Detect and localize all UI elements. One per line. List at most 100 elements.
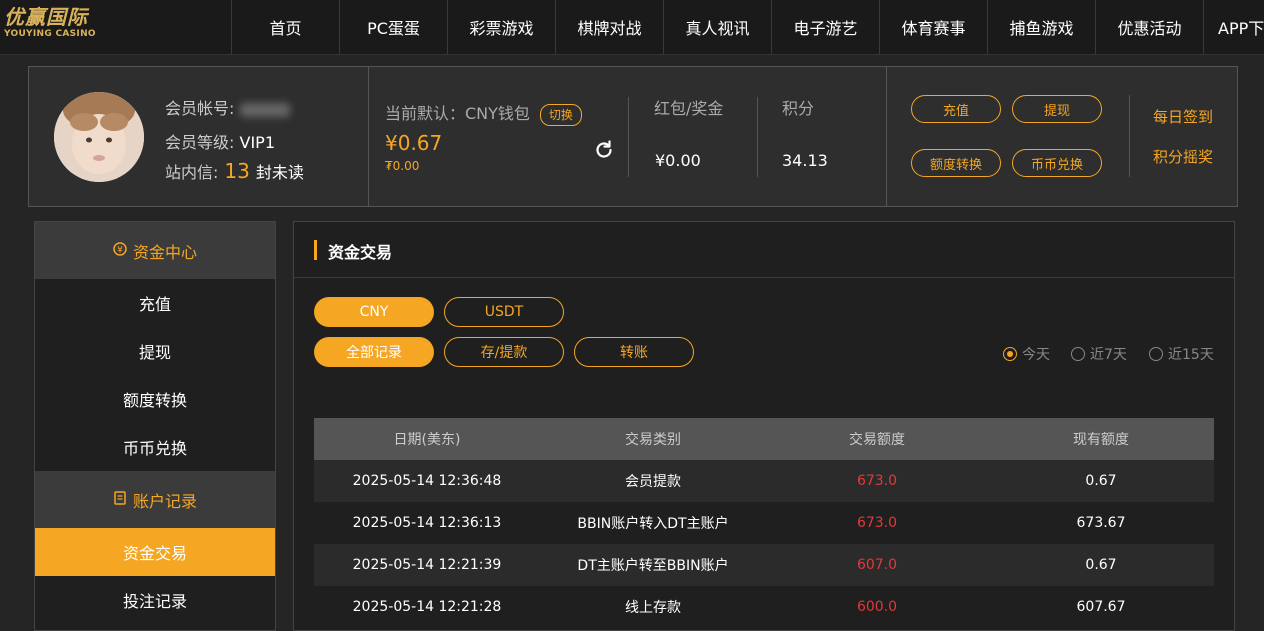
balance-value: ¥0.67: [385, 131, 443, 155]
account-name-masked: [240, 102, 291, 117]
divider: [886, 67, 887, 206]
sidebar-item-transfer[interactable]: 额度转换: [35, 375, 275, 423]
nav-promotions[interactable]: 优惠活动: [1095, 0, 1203, 54]
svg-text:¥: ¥: [117, 245, 123, 255]
tab-usdt[interactable]: USDT: [444, 297, 564, 327]
transactions-table: 日期(美东) 交易类别 交易额度 现有额度 2025-05-14 12:36:4…: [314, 418, 1214, 628]
main-nav: 首页 PC蛋蛋 彩票游戏 棋牌对战 真人视讯 电子游艺 体育赛事 捕鱼游戏 优惠…: [231, 0, 1264, 54]
sidebar-head-funds: ¥ 资金中心: [35, 222, 275, 279]
daily-checkin-link[interactable]: 每日签到: [1153, 106, 1213, 127]
deposit-button[interactable]: 充值: [911, 95, 1001, 123]
avatar[interactable]: [54, 92, 144, 182]
level-label: 会员等级:: [165, 133, 235, 152]
sidebar-head-label: 账户记录: [132, 491, 197, 511]
cell-date: 2025-05-14 12:36:48: [352, 473, 502, 489]
level-row: 会员等级: VIP1: [165, 129, 275, 153]
nav-fishing[interactable]: 捕鱼游戏: [987, 0, 1095, 54]
inbox-row[interactable]: 站内信: 13 封未读: [165, 159, 304, 183]
col-type: 交易类别: [625, 432, 681, 448]
col-balance: 现有额度: [1073, 432, 1129, 448]
cell-amount: 673.0: [856, 473, 898, 489]
col-date: 日期(美东): [393, 432, 461, 448]
nav-live[interactable]: 真人视讯: [663, 0, 771, 54]
member-panel: 会员帐号: 会员等级: VIP1 站内信: 13 封未读 当前默认：CNY钱包 切换 …: [28, 66, 1238, 207]
cell-type: BBIN账户转入DT主账户: [577, 516, 729, 532]
logo[interactable]: 优赢国际 YOUYING CASINO: [4, 6, 124, 46]
nav-slots[interactable]: 电子游艺: [771, 0, 879, 54]
nav-sports[interactable]: 体育赛事: [879, 0, 987, 54]
logo-text: 优赢国际: [4, 5, 88, 29]
cell-balance: 673.67: [1076, 515, 1126, 531]
main-panel: 资金交易 CNY USDT 全部记录 存/提款 转账 今天 近7天 近15天 日…: [293, 221, 1235, 631]
coin-icon: ¥: [113, 241, 127, 260]
exchange-button[interactable]: 币币兑换: [1012, 149, 1102, 177]
divider: [368, 67, 369, 206]
main-header: 资金交易: [294, 222, 1234, 278]
tab-all-records[interactable]: 全部记录: [314, 337, 434, 367]
sidebar-item-deposit[interactable]: 充值: [35, 279, 275, 327]
top-nav: 优赢国际 YOUYING CASINO 首页 PC蛋蛋 彩票游戏 棋牌对战 真人…: [0, 0, 1264, 55]
tab-deposit-withdraw[interactable]: 存/提款: [444, 337, 564, 367]
nav-home[interactable]: 首页: [231, 0, 339, 54]
radio-icon: [1071, 347, 1085, 361]
divider: [628, 97, 629, 177]
points-label: 积分: [782, 99, 815, 118]
divider: [757, 97, 758, 177]
inbox-suffix: 封未读: [255, 163, 304, 182]
nav-pc-egg[interactable]: PC蛋蛋: [339, 0, 447, 54]
sidebar-item-bet-records[interactable]: 投注记录: [35, 576, 275, 624]
range-label: 今天: [1022, 347, 1050, 363]
bonus-label: 红包/奖金: [654, 99, 724, 118]
tab-transfer[interactable]: 转账: [574, 337, 694, 367]
cell-balance: 0.67: [1085, 557, 1117, 573]
points-lottery-link[interactable]: 积分摇奖: [1153, 146, 1213, 167]
range-today[interactable]: 今天: [1003, 344, 1050, 364]
range-15-days[interactable]: 近15天: [1149, 344, 1214, 364]
sidebar-item-withdraw[interactable]: 提现: [35, 327, 275, 375]
cell-amount: 673.0: [856, 515, 898, 531]
cell-amount: 607.0: [856, 557, 898, 573]
table-row: 2025-05-14 12:36:13 BBIN账户转入DT主账户 673.0 …: [314, 502, 1214, 544]
table-row: 2025-05-14 12:36:48 会员提款 673.0 0.67: [314, 460, 1214, 502]
radio-icon: [1149, 347, 1163, 361]
nav-chess[interactable]: 棋牌对战: [555, 0, 663, 54]
sidebar-item-exchange[interactable]: 币币兑换: [35, 423, 275, 471]
sidebar-item-transactions[interactable]: 资金交易: [35, 528, 275, 576]
cell-type: 会员提款: [625, 474, 681, 490]
level-value: VIP1: [239, 133, 276, 152]
cell-balance: 607.67: [1076, 599, 1126, 615]
sidebar-head-records: 账户记录: [35, 471, 275, 528]
divider: [1129, 95, 1130, 177]
cell-type: 线上存款: [625, 600, 681, 616]
cell-balance: 0.67: [1085, 473, 1117, 489]
cell-date: 2025-05-14 12:36:13: [352, 515, 502, 531]
range-7-days[interactable]: 近7天: [1071, 344, 1127, 364]
transfer-button[interactable]: 额度转换: [911, 149, 1001, 177]
refresh-icon[interactable]: [593, 139, 615, 161]
page-title: 资金交易: [328, 243, 393, 262]
radio-selected-icon: [1003, 347, 1017, 361]
cell-date: 2025-05-14 12:21:28: [352, 599, 502, 615]
range-label: 近7天: [1090, 347, 1127, 363]
withdraw-button[interactable]: 提现: [1012, 95, 1102, 123]
inbox-label: 站内信:: [165, 163, 219, 182]
account-label: 会员帐号:: [165, 99, 235, 118]
sidebar: ¥ 资金中心 充值 提现 额度转换 币币兑换 账户记录 资金交易 投注记录: [34, 221, 276, 631]
cell-amount: 600.0: [856, 599, 898, 615]
switch-wallet-button[interactable]: 切换: [539, 103, 582, 126]
nav-app-download[interactable]: APP下载: [1203, 0, 1264, 54]
nav-lottery[interactable]: 彩票游戏: [447, 0, 555, 54]
points-value: 34.13: [782, 151, 828, 170]
bonus-value: ¥0.00: [655, 151, 701, 170]
logo-subtext: YOUYING CASINO: [4, 29, 96, 39]
table-header: 日期(美东) 交易类别 交易额度 现有额度: [314, 418, 1214, 460]
range-label: 近15天: [1168, 347, 1214, 363]
wallet-label: 当前默认：CNY钱包: [385, 104, 530, 123]
document-icon: [113, 490, 127, 509]
tab-cny[interactable]: CNY: [314, 297, 434, 327]
account-row: 会员帐号:: [165, 95, 291, 119]
balance-sub-value: ₮0.00: [385, 159, 420, 173]
cell-type: DT主账户转至BBIN账户: [577, 558, 729, 574]
table-row: 2025-05-14 12:21:39 DT主账户转至BBIN账户 607.0 …: [314, 544, 1214, 586]
inbox-count: 13: [224, 159, 250, 183]
